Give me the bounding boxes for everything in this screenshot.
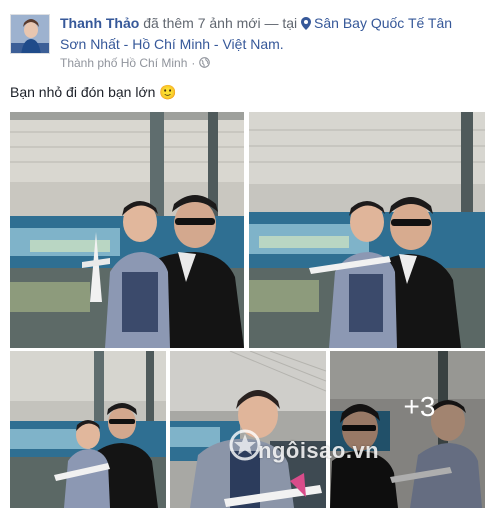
photo-5-more[interactable]: +3 bbox=[330, 351, 485, 508]
smile-emoji-icon: 🙂 bbox=[159, 84, 177, 100]
photo-1[interactable] bbox=[10, 112, 244, 348]
post-header: Thanh Thảo đã thêm 7 ảnh mới — tại Sân B… bbox=[60, 13, 480, 55]
caption-text: Bạn nhỏ đi đón bạn lớn bbox=[10, 84, 156, 100]
more-photos-count[interactable]: +3 bbox=[330, 351, 485, 508]
facebook-post: Thanh Thảo đã thêm 7 ảnh mới — tại Sân B… bbox=[0, 0, 495, 516]
post-caption: Bạn nhỏ đi đón bạn lớn 🙂 bbox=[10, 82, 177, 102]
author-avatar[interactable] bbox=[10, 14, 50, 54]
post-action-text: đã thêm 7 ảnh mới — tại bbox=[143, 15, 298, 31]
meta-place[interactable]: Thành phố Hồ Chí Minh bbox=[60, 56, 187, 70]
photo-3[interactable] bbox=[10, 351, 166, 508]
map-pin-icon bbox=[301, 17, 312, 30]
globe-icon[interactable] bbox=[199, 57, 211, 68]
author-name[interactable]: Thanh Thảo bbox=[60, 15, 139, 31]
post-meta: Thành phố Hồ Chí Minh · bbox=[60, 55, 211, 71]
watermark-text: ngôisao.vn bbox=[258, 438, 380, 463]
photo-2[interactable] bbox=[249, 112, 485, 348]
ngoisao-logo-icon bbox=[229, 429, 261, 461]
